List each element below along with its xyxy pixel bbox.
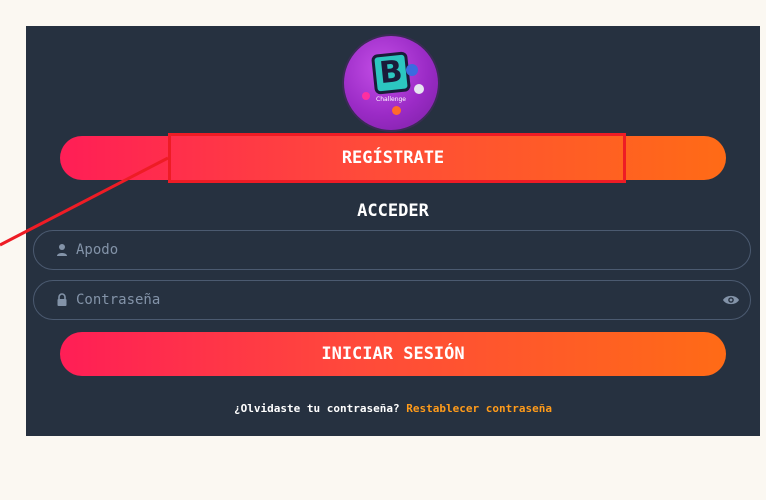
logo-caption: Challenge	[376, 96, 406, 103]
forgot-password-row: ¿Olvidaste tu contraseña? Restablecer co…	[26, 402, 760, 415]
logo-decoration	[414, 84, 424, 94]
logo-decoration	[392, 106, 401, 115]
login-title: ACCEDER	[357, 201, 429, 221]
username-field[interactable]	[33, 230, 751, 270]
logo-decoration	[406, 64, 418, 76]
lock-icon	[57, 293, 67, 306]
login-button[interactable]: INICIAR SESIÓN	[60, 332, 726, 376]
reset-password-link[interactable]: Restablecer contraseña	[406, 402, 552, 415]
forgot-password-text: ¿Olvidaste tu contraseña?	[234, 402, 400, 415]
logo-letter: B	[371, 51, 411, 95]
eye-icon[interactable]	[722, 293, 740, 307]
app-logo: B Challenge	[344, 36, 438, 130]
password-field[interactable]	[33, 280, 751, 320]
user-icon	[57, 244, 67, 256]
register-button[interactable]: REGÍSTRATE	[60, 136, 726, 180]
password-input[interactable]	[76, 281, 716, 318]
username-input[interactable]	[76, 231, 716, 268]
